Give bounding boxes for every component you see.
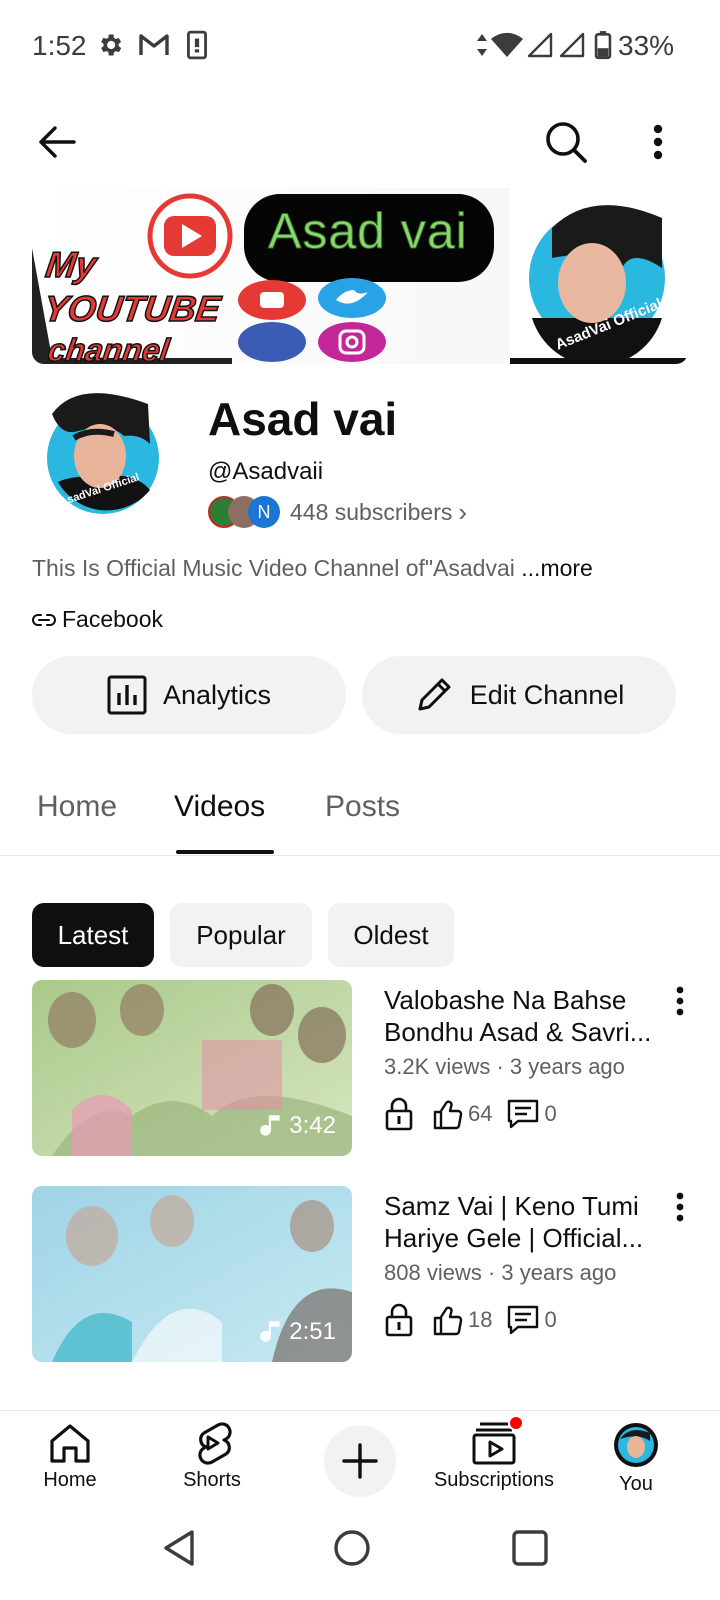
search-button[interactable] — [538, 114, 594, 170]
subscriptions-icon — [470, 1415, 524, 1465]
nav-home[interactable]: Home — [0, 1421, 140, 1492]
signal-icon — [558, 30, 586, 65]
tab-posts[interactable]: Posts — [325, 790, 400, 824]
battery-percentage: 33% — [618, 30, 675, 61]
status-time: 1:52 — [32, 30, 87, 61]
chip-oldest[interactable]: Oldest — [328, 903, 454, 967]
music-note-icon — [260, 1321, 280, 1342]
video-list-item[interactable]: 2:51 Samz Vai | Keno Tumi Hariye Gele | … — [0, 1186, 720, 1366]
home-icon — [50, 1424, 90, 1463]
system-navigation-bar — [0, 1520, 720, 1600]
analytics-icon — [107, 675, 147, 715]
video-stats: 18 0 — [384, 1302, 571, 1338]
channel-avatar[interactable]: AsadVai Official — [44, 386, 162, 526]
video-stats: 64 0 — [384, 1096, 571, 1132]
edit-channel-button[interactable]: Edit Channel — [362, 656, 676, 734]
subscribers-row[interactable]: N 448 subscribers › — [208, 494, 467, 530]
data-arrows-icon — [476, 30, 488, 65]
video-menu-button[interactable] — [676, 1192, 684, 1227]
signal-icon — [526, 30, 554, 65]
channel-title: Asad vai — [208, 393, 398, 445]
notification-dot — [508, 1415, 524, 1431]
banner-channel-text: channel — [45, 331, 172, 364]
sim-icon — [186, 30, 208, 65]
bottom-navigation: Home Shorts Subscriptions You — [0, 1410, 720, 1520]
lock-icon — [385, 1097, 413, 1131]
subscriber-count: 448 subscribers — [290, 498, 453, 525]
video-menu-button[interactable] — [676, 986, 684, 1021]
video-duration: 2:51 — [259, 1318, 336, 1346]
music-note-icon — [260, 1115, 280, 1136]
link-label: Facebook — [62, 606, 164, 632]
channel-link[interactable]: Facebook — [32, 606, 163, 633]
battery-icon — [594, 30, 612, 65]
channel-banner: My YOUTUBE channel Asad vai AsadVai Offi… — [32, 188, 688, 364]
pencil-icon — [418, 678, 451, 711]
back-button[interactable] — [28, 116, 84, 168]
back-arrow-icon — [39, 126, 76, 158]
search-icon — [546, 122, 587, 163]
video-list-item[interactable]: 3:42 Valobashe Na Bahse Bondhu Asad & Sa… — [0, 980, 720, 1160]
nav-shorts[interactable]: Shorts — [142, 1421, 282, 1492]
shorts-icon — [198, 1422, 232, 1465]
lock-icon — [385, 1303, 413, 1337]
more-vert-icon — [676, 1192, 684, 1222]
comment-count: 0 — [544, 1101, 557, 1126]
settings-icon — [96, 30, 124, 65]
edit-channel-label: Edit Channel — [469, 679, 625, 710]
analytics-label: Analytics — [162, 679, 272, 710]
top-app-bar — [0, 100, 720, 184]
active-tab-indicator — [176, 850, 274, 854]
description-text: This Is Official Music Video Channel of"… — [32, 555, 522, 581]
comment-icon — [508, 1305, 539, 1335]
chip-popular[interactable]: Popular — [170, 903, 312, 967]
analytics-button[interactable]: Analytics — [32, 656, 346, 734]
video-thumbnail[interactable]: 2:51 — [32, 1186, 352, 1362]
like-count: 18 — [468, 1307, 493, 1332]
channel-description[interactable]: This Is Official Music Video Channel of"… — [32, 555, 593, 582]
video-meta: 3.2K views · 3 years ago — [384, 1054, 625, 1079]
channel-tabs: Home Videos Posts — [0, 770, 720, 856]
tab-videos[interactable]: Videos — [174, 790, 265, 824]
link-icon — [32, 613, 56, 626]
system-home-button[interactable] — [324, 1520, 380, 1576]
video-duration: 3:42 — [259, 1112, 336, 1140]
nav-subscriptions[interactable]: Subscriptions — [424, 1415, 564, 1492]
banner-name-text: Asad vai — [268, 203, 468, 260]
thumbs-up-icon — [433, 1306, 463, 1336]
square-recents-icon — [512, 1530, 548, 1566]
avatar — [614, 1423, 658, 1467]
plus-icon — [342, 1443, 378, 1479]
comment-count: 0 — [544, 1307, 557, 1332]
tab-home[interactable]: Home — [37, 790, 117, 824]
system-back-button[interactable] — [150, 1520, 206, 1576]
more-link[interactable]: ...more — [521, 555, 593, 581]
gmail-icon — [138, 30, 170, 65]
video-meta: 808 views · 3 years ago — [384, 1260, 617, 1285]
status-bar: 1:52 33% — [0, 0, 720, 96]
thumbs-up-icon — [433, 1100, 463, 1130]
banner-youtube-text: YOUTUBE — [40, 287, 223, 330]
subscriber-avatars: N — [208, 496, 280, 528]
banner-my-text: My — [42, 243, 99, 286]
more-vert-icon — [653, 124, 663, 160]
video-title[interactable]: Valobashe Na Bahse Bondhu Asad & Savri..… — [384, 984, 664, 1048]
subscriber-avatar: N — [248, 496, 280, 528]
nav-you[interactable]: You — [566, 1421, 706, 1496]
video-thumbnail[interactable]: 3:42 — [32, 980, 352, 1156]
triangle-back-icon — [164, 1530, 194, 1566]
like-count: 64 — [468, 1101, 493, 1126]
wifi-icon — [490, 30, 524, 65]
more-options-button[interactable] — [640, 114, 676, 170]
system-recents-button[interactable] — [502, 1520, 558, 1576]
chip-latest[interactable]: Latest — [32, 903, 154, 967]
circle-home-icon — [334, 1530, 370, 1566]
channel-handle: @Asadvaii — [208, 458, 324, 485]
comment-icon — [508, 1099, 539, 1129]
video-title[interactable]: Samz Vai | Keno Tumi Hariye Gele | Offic… — [384, 1190, 664, 1254]
chevron-right-icon: › — [458, 496, 468, 527]
more-vert-icon — [676, 986, 684, 1016]
create-button[interactable] — [324, 1425, 396, 1497]
